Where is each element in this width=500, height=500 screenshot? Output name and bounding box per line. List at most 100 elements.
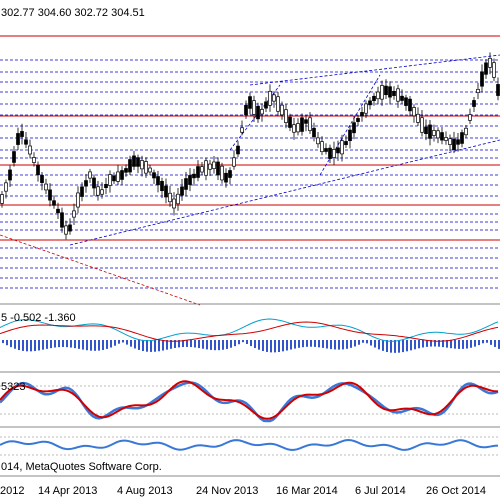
- macd-bar: [334, 340, 336, 350]
- candle-body: [396, 88, 400, 102]
- candle-body: [240, 127, 244, 133]
- candle-body: [392, 90, 396, 96]
- candle-body: [360, 112, 364, 117]
- chart-background: [0, 0, 500, 500]
- candle-body: [468, 114, 472, 121]
- candle-body: [356, 118, 360, 122]
- macd-bar: [450, 340, 452, 349]
- candle-body: [276, 96, 280, 112]
- date-label: 26 Oct 2014: [426, 485, 486, 497]
- candle-body: [280, 104, 284, 116]
- copyright-text: 014, MetaQuotes Software Corp.: [1, 461, 162, 473]
- candle-body: [104, 184, 108, 188]
- candle-body: [216, 161, 220, 176]
- candle-body: [0, 194, 4, 204]
- candle-body: [84, 180, 88, 187]
- macd-bar: [154, 340, 156, 352]
- candle-body: [284, 109, 288, 123]
- candle-body: [476, 88, 480, 94]
- macd-bar: [250, 340, 252, 347]
- candle-body: [224, 172, 228, 183]
- date-label: 14 Apr 2013: [38, 485, 97, 497]
- candle-body: [324, 148, 328, 152]
- candle-body: [116, 171, 120, 182]
- date-label: 24 Nov 2013: [196, 485, 258, 497]
- candle-body: [320, 141, 324, 153]
- candle-body: [20, 131, 24, 137]
- macd-bar: [2, 340, 4, 344]
- candle-body: [40, 175, 44, 183]
- macd-bar: [34, 340, 36, 352]
- candle-body: [160, 180, 164, 192]
- candle-body: [316, 137, 320, 145]
- candle-body: [288, 116, 292, 128]
- candle-body: [312, 127, 316, 138]
- candle-body: [448, 138, 452, 145]
- macd-bar: [226, 340, 228, 349]
- candle-body: [184, 178, 188, 190]
- candle-body: [380, 85, 384, 100]
- candle-body: [228, 170, 232, 178]
- candle-body: [388, 86, 392, 98]
- macd-bar: [378, 340, 380, 350]
- candle-body: [156, 176, 160, 186]
- macd-bar: [114, 340, 116, 346]
- macd-bar: [286, 340, 288, 351]
- candle-body: [256, 105, 260, 120]
- candle-body: [80, 186, 84, 197]
- macd-bar: [38, 340, 40, 351]
- macd-bar: [370, 340, 372, 346]
- macd-bar: [354, 340, 356, 347]
- macd-bar: [130, 340, 132, 347]
- macd-bar: [210, 340, 212, 350]
- macd-bar: [302, 340, 304, 348]
- candle-body: [492, 62, 496, 78]
- candle-body: [460, 132, 464, 144]
- candle-body: [196, 166, 200, 178]
- macd-bar: [326, 340, 328, 349]
- candle-body: [348, 129, 352, 142]
- candle-body: [248, 96, 252, 109]
- candle-body: [236, 145, 240, 155]
- candle-body: [452, 138, 456, 150]
- macd-bar: [298, 340, 300, 348]
- trading-chart[interactable]: 302.77 304.60 302.72 304.51 5 -0.502 -1.…: [0, 0, 500, 500]
- macd-bar: [490, 340, 492, 345]
- candle-body: [192, 173, 196, 179]
- candle-body: [384, 85, 388, 96]
- date-label: 16 Mar 2014: [276, 485, 338, 497]
- candle-body: [96, 186, 100, 196]
- macd-bar: [394, 340, 396, 353]
- macd-bar: [486, 340, 488, 343]
- candle-body: [100, 189, 104, 195]
- candle-body: [300, 117, 304, 132]
- candle-body: [164, 185, 168, 198]
- candle-body: [44, 183, 48, 191]
- macd-bar: [242, 340, 244, 343]
- candle-body: [180, 186, 184, 196]
- macd-bar: [42, 340, 44, 350]
- candle-body: [252, 100, 256, 115]
- macd-bar: [62, 340, 64, 347]
- candle-body: [368, 100, 372, 106]
- macd-bar: [306, 340, 308, 347]
- macd-bar: [474, 340, 476, 347]
- macd-bar: [322, 340, 324, 348]
- candle-body: [456, 139, 460, 145]
- candle-body: [88, 171, 92, 179]
- macd-bar: [278, 340, 280, 353]
- candle-body: [496, 84, 500, 96]
- macd-bar: [66, 340, 68, 348]
- macd-bar: [462, 340, 464, 349]
- macd-bar: [418, 340, 420, 349]
- candle-body: [408, 98, 412, 112]
- candle-body: [304, 119, 308, 124]
- candle-body: [400, 95, 404, 101]
- candle-body: [372, 95, 376, 101]
- macd-bar: [74, 340, 76, 349]
- macd-bar: [254, 340, 256, 349]
- macd-bar: [134, 340, 136, 349]
- candle-body: [244, 104, 248, 116]
- candle-body: [336, 147, 340, 154]
- macd-bar: [258, 340, 260, 350]
